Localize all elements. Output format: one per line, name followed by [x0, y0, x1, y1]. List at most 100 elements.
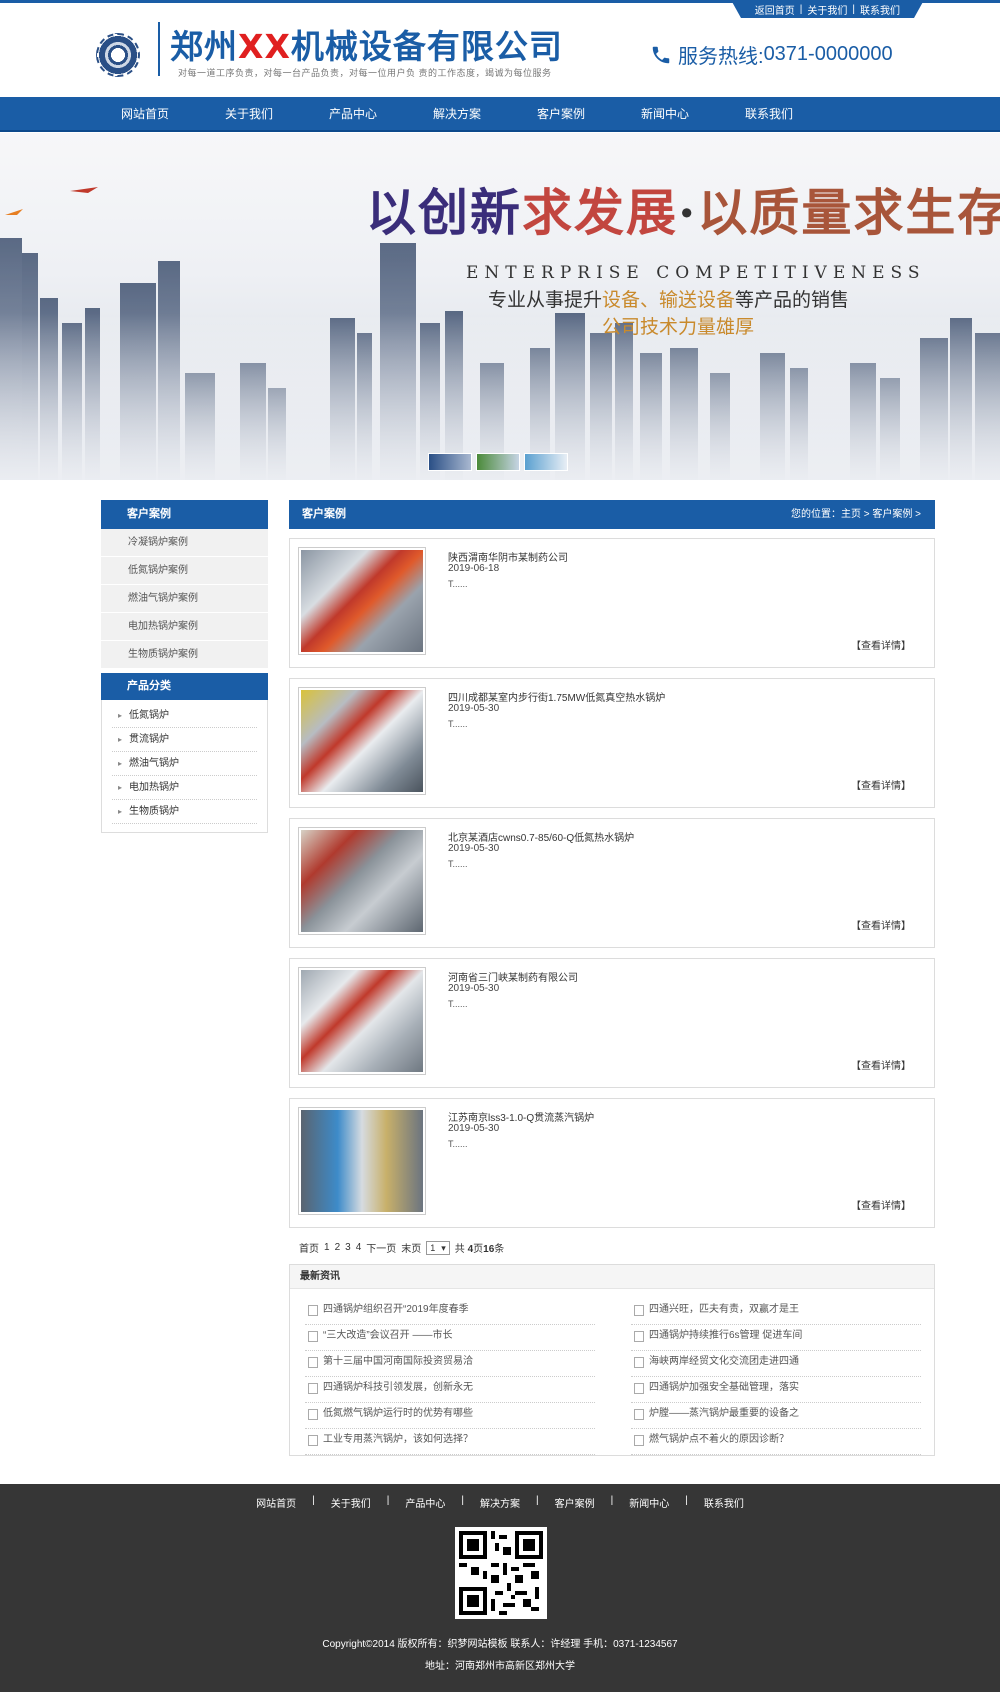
pager-page-1[interactable]: 1 [324, 1242, 330, 1253]
company-name[interactable]: 郑州XX机械设备有限公司 [170, 20, 563, 68]
case-title[interactable]: 河南省三门峡某制药有限公司 [448, 969, 578, 984]
sidebar-case-item[interactable]: 低氮锅炉案例 [101, 557, 268, 585]
hero-banner[interactable]: 以创新求发展·以质量求生存 ENTERPRISE COMPETITIVENESS… [0, 133, 1000, 480]
news-item[interactable]: 海峡两岸经贸文化交流团走进四通 [631, 1351, 921, 1377]
separator: | [799, 3, 803, 15]
phone-icon [652, 46, 670, 63]
sidebar-product-item[interactable]: 生物质锅炉 [112, 800, 257, 824]
case-thumbnail[interactable] [298, 827, 426, 935]
sidebar-case-item[interactable]: 燃油气锅炉案例 [101, 585, 268, 613]
banner-subtitle-1b: 设备、输送设备 [602, 290, 736, 311]
copyright: Copyright©2014 版权所有：织梦网站模板 联系人：许经理 手机：03… [322, 1639, 678, 1650]
news-item[interactable]: 四通兴旺，匹夫有责，双赢才是王 [631, 1299, 921, 1325]
sidebar-product-item[interactable]: 燃油气锅炉 [112, 752, 257, 776]
pager-page-2[interactable]: 2 [335, 1242, 341, 1253]
footer-link-home[interactable]: 网站首页 [240, 1495, 312, 1510]
sidebar-product-item[interactable]: 电加热锅炉 [112, 776, 257, 800]
breadcrumb[interactable]: 您的位置：主页 > 客户案例 > [791, 500, 921, 529]
sidebar-case-item[interactable]: 电加热锅炉案例 [101, 613, 268, 641]
footer-link-products[interactable]: 产品中心 [389, 1495, 461, 1510]
logo-divider [158, 22, 160, 76]
news-item[interactable]: 低氮燃气锅炉运行时的优势有哪些 [305, 1403, 595, 1429]
banner-title: 以创新求发展·以质量求生存 [366, 173, 1000, 245]
pager-first[interactable]: 首页 [299, 1240, 319, 1255]
banner-thumb-1[interactable] [428, 453, 472, 471]
case-title[interactable]: 江苏南京lss3-1.0-Q贯流蒸汽锅炉 [448, 1109, 594, 1124]
case-thumbnail[interactable] [298, 967, 426, 1075]
latest-news: 最新资讯 四通锅炉组织召开“2019年度春季 “三大改造”会议召开 ——市长 第… [289, 1264, 935, 1456]
banner-subtitle-2: 公司技术力量雄厚 [602, 317, 755, 338]
case-thumbnail[interactable] [298, 547, 426, 655]
footer-link-about[interactable]: 关于我们 [315, 1495, 387, 1510]
case-card[interactable]: 北京某酒店cwns0.7-85/60-Q低氮热水锅炉 2019-05-30 T.… [289, 818, 935, 948]
gear-logo-icon[interactable] [96, 33, 140, 77]
banner-title-part2: 求发展 [522, 183, 678, 242]
case-more-link[interactable]: 【查看详情】 [851, 1057, 911, 1072]
case-card[interactable]: 陕西渭南华阴市某制药公司 2019-06-18 T...... 【查看详情】 [289, 538, 935, 668]
pager-page-4[interactable]: 4 [356, 1242, 362, 1253]
sidebar-product-item[interactable]: 贯流锅炉 [112, 728, 257, 752]
nav-item-about[interactable]: 关于我们 [197, 97, 301, 132]
case-card[interactable]: 河南省三门峡某制药有限公司 2019-05-30 T...... 【查看详情】 [289, 958, 935, 1088]
case-title[interactable]: 陕西渭南华阴市某制药公司 [448, 549, 568, 564]
banner-title-part1: 以创新 [366, 183, 522, 242]
sidebar-products-list: 低氮锅炉 贯流锅炉 燃油气锅炉 电加热锅炉 生物质锅炉 [101, 700, 268, 833]
page-select[interactable]: 1 ▾ [426, 1240, 450, 1255]
case-thumbnail[interactable] [298, 1107, 426, 1215]
footer-link-solutions[interactable]: 解决方案 [464, 1495, 536, 1510]
pager-next[interactable]: 下一页 [366, 1240, 396, 1255]
nav-item-cases[interactable]: 客户案例 [509, 97, 613, 132]
footer-nav: 网站首页 | 关于我们 | 产品中心 | 解决方案 | 客户案例 | 新闻中心 | 联系我们 [0, 1495, 1000, 1510]
banner-thumb-2[interactable] [476, 453, 520, 471]
top-link-about[interactable]: 关于我们 [807, 2, 847, 17]
news-item[interactable]: 四通锅炉持续推行6s管理 促进车间 [631, 1325, 921, 1351]
case-thumbnail[interactable] [298, 687, 426, 795]
case-more-link[interactable]: 【查看详情】 [851, 1197, 911, 1212]
banner-subtitle-1: 专业从事提升设备、输送设备等产品的销售 [488, 285, 849, 312]
news-item[interactable]: 四通锅炉组织召开“2019年度春季 [305, 1299, 595, 1325]
main-header: 客户案例 您的位置：主页 > 客户案例 > [289, 500, 935, 529]
news-item[interactable]: 四通锅炉科技引领发展，创新永无 [305, 1377, 595, 1403]
case-more-link[interactable]: 【查看详情】 [851, 917, 911, 932]
nav-item-products[interactable]: 产品中心 [301, 97, 405, 132]
hotline-label: 服务热线: [678, 46, 764, 68]
footer-link-news[interactable]: 新闻中心 [613, 1495, 685, 1510]
banner-title-part3: 以质量求生存 [697, 183, 1000, 242]
case-card[interactable]: 江苏南京lss3-1.0-Q贯流蒸汽锅炉 2019-05-30 T...... … [289, 1098, 935, 1228]
nav-item-news[interactable]: 新闻中心 [613, 97, 717, 132]
case-description: T...... [448, 579, 468, 589]
case-more-link[interactable]: 【查看详情】 [851, 637, 911, 652]
sidebar-product-item[interactable]: 低氮锅炉 [112, 704, 257, 728]
case-date: 2019-05-30 [448, 1123, 500, 1134]
news-item[interactable]: 工业专用蒸汽锅炉，该如何选择？ [305, 1429, 595, 1455]
nav-item-solutions[interactable]: 解决方案 [405, 97, 509, 132]
footer-link-contact[interactable]: 联系我们 [688, 1495, 760, 1510]
nav-item-contact[interactable]: 联系我们 [717, 97, 821, 132]
case-description: T...... [448, 999, 468, 1009]
news-item[interactable]: 燃气锅炉点不着火的原因诊断？ [631, 1429, 921, 1455]
case-description: T...... [448, 1139, 468, 1149]
news-item[interactable]: “三大改造”会议召开 ——市长 [305, 1325, 595, 1351]
top-link-home[interactable]: 返回首页 [755, 2, 795, 17]
top-link-contact[interactable]: 联系我们 [860, 2, 900, 17]
news-item[interactable]: 炉膛——蒸汽锅炉最重要的设备之 [631, 1403, 921, 1429]
latest-news-title: 最新资讯 [290, 1265, 934, 1289]
footer-link-cases[interactable]: 客户案例 [539, 1495, 611, 1510]
news-item[interactable]: 第十三届中国河南国际投资贸易洽 [305, 1351, 595, 1377]
case-card[interactable]: 四川成都某室内步行街1.75MW低氮真空热水锅炉 2019-05-30 T...… [289, 678, 935, 808]
page-select-value: 1 [430, 1242, 436, 1253]
pager-page-3[interactable]: 3 [345, 1242, 351, 1253]
banner-thumb-3[interactable] [524, 453, 568, 471]
company-slogan: 对每一道工序负责，对每一台产品负责，对每一位用户负 责的工作态度，竭诚为每位服务 [178, 68, 552, 78]
case-title[interactable]: 四川成都某室内步行街1.75MW低氮真空热水锅炉 [448, 689, 665, 704]
nav-item-home[interactable]: 网站首页 [93, 97, 197, 132]
case-more-link[interactable]: 【查看详情】 [851, 777, 911, 792]
pagination: 首页 1 2 3 4 下一页 末页 1 ▾ 共 4页16条 [299, 1240, 504, 1255]
sidebar-case-item[interactable]: 冷凝锅炉案例 [101, 529, 268, 557]
sidebar-case-item[interactable]: 生物质锅炉案例 [101, 641, 268, 669]
case-description: T...... [448, 719, 468, 729]
main-nav: 网站首页 关于我们 产品中心 解决方案 客户案例 新闻中心 联系我们 [0, 97, 1000, 132]
case-title[interactable]: 北京某酒店cwns0.7-85/60-Q低氮热水锅炉 [448, 829, 634, 844]
news-item[interactable]: 四通锅炉加强安全基础管理，落实 [631, 1377, 921, 1403]
pager-last[interactable]: 末页 [401, 1240, 421, 1255]
